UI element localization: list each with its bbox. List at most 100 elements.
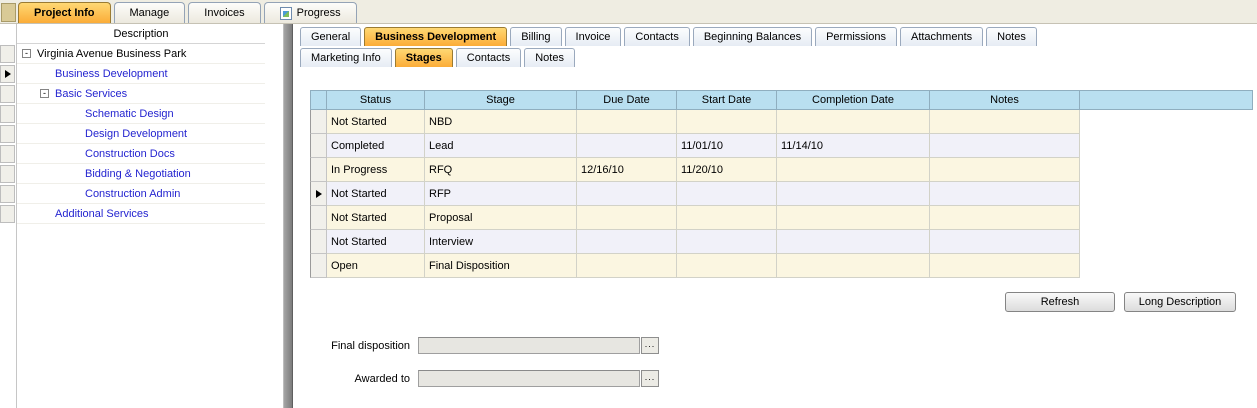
tab-project-info[interactable]: Project Info — [18, 2, 111, 23]
cell-due-date[interactable] — [577, 134, 677, 158]
cell-completion-date[interactable] — [777, 206, 930, 230]
tree-current-row-box[interactable] — [0, 65, 15, 83]
cell-start-date[interactable] — [677, 206, 777, 230]
cell-notes[interactable] — [930, 254, 1080, 278]
awarded-to-browse-button[interactable]: ... — [641, 370, 659, 387]
tab-business-development[interactable]: Business Development — [364, 27, 507, 46]
column-header-status[interactable]: Status — [327, 90, 425, 110]
long-description-button[interactable]: Long Description — [1124, 292, 1236, 312]
cell-start-date[interactable]: 11/20/10 — [677, 158, 777, 182]
row-selector[interactable] — [310, 158, 327, 182]
tab-invoices[interactable]: Invoices — [188, 2, 260, 23]
tree-item-basic-services[interactable]: -Basic Services — [17, 84, 265, 104]
tab-stages[interactable]: Stages — [395, 48, 453, 67]
cell-due-date[interactable] — [577, 182, 677, 206]
column-header-completion-date[interactable]: Completion Date — [777, 90, 930, 110]
tab-manage[interactable]: Manage — [114, 2, 186, 23]
tree-item-virginia-avenue-business-park[interactable]: -Virginia Avenue Business Park — [17, 44, 265, 64]
tree-row-header[interactable] — [0, 105, 15, 123]
tree-item-construction-admin[interactable]: Construction Admin — [17, 184, 265, 204]
tree-item-bidding-negotiation[interactable]: Bidding & Negotiation — [17, 164, 265, 184]
tree-row-header[interactable] — [0, 145, 15, 163]
cell-notes[interactable] — [930, 158, 1080, 182]
column-header-stage[interactable]: Stage — [425, 90, 577, 110]
collapse-box-icon[interactable]: - — [22, 49, 31, 58]
row-selector[interactable] — [310, 182, 327, 206]
cell-stage[interactable]: Interview — [425, 230, 577, 254]
cell-start-date[interactable] — [677, 110, 777, 134]
cell-notes[interactable] — [930, 230, 1080, 254]
row-selector[interactable] — [310, 134, 327, 158]
tree-item-additional-services[interactable]: Additional Services — [17, 204, 265, 224]
row-selector[interactable] — [310, 110, 327, 134]
cell-start-date[interactable] — [677, 182, 777, 206]
collapse-box-icon[interactable]: - — [40, 89, 49, 98]
tab-notes[interactable]: Notes — [986, 27, 1037, 46]
cell-stage[interactable]: RFQ — [425, 158, 577, 182]
tree-item-construction-docs[interactable]: Construction Docs — [17, 144, 265, 164]
tree-row-header[interactable] — [0, 165, 15, 183]
panel-splitter[interactable] — [283, 24, 293, 408]
cell-notes[interactable] — [930, 206, 1080, 230]
tab-attachments[interactable]: Attachments — [900, 27, 983, 46]
cell-stage[interactable]: Final Disposition — [425, 254, 577, 278]
cell-due-date[interactable] — [577, 230, 677, 254]
tab-invoice[interactable]: Invoice — [565, 27, 622, 46]
final-disposition-browse-button[interactable]: ... — [641, 337, 659, 354]
tab-marketing-info[interactable]: Marketing Info — [300, 48, 392, 67]
cell-notes[interactable] — [930, 182, 1080, 206]
cell-due-date[interactable] — [577, 110, 677, 134]
cell-completion-date[interactable] — [777, 110, 930, 134]
cell-due-date[interactable] — [577, 254, 677, 278]
tab-general[interactable]: General — [300, 27, 361, 46]
awarded-to-field[interactable] — [418, 370, 640, 387]
cell-stage[interactable]: Proposal — [425, 206, 577, 230]
column-header-start-date[interactable]: Start Date — [677, 90, 777, 110]
tree-item-business-development[interactable]: Business Development — [17, 64, 265, 84]
tab-billing[interactable]: Billing — [510, 27, 561, 46]
tab-progress[interactable]: Progress — [264, 2, 357, 23]
cell-stage[interactable]: Lead — [425, 134, 577, 158]
cell-notes[interactable] — [930, 110, 1080, 134]
cell-completion-date[interactable] — [777, 230, 930, 254]
cell-start-date[interactable] — [677, 254, 777, 278]
tab-permissions[interactable]: Permissions — [815, 27, 897, 46]
row-selector[interactable] — [310, 254, 327, 278]
cell-due-date[interactable] — [577, 206, 677, 230]
tree-item-schematic-design[interactable]: Schematic Design — [17, 104, 265, 124]
tab-notes[interactable]: Notes — [524, 48, 575, 67]
tab-contacts[interactable]: Contacts — [624, 27, 689, 46]
tab-contacts[interactable]: Contacts — [456, 48, 521, 67]
row-selector[interactable] — [310, 230, 327, 254]
final-disposition-field[interactable] — [418, 337, 640, 354]
cell-notes[interactable] — [930, 134, 1080, 158]
cell-status[interactable]: Open — [327, 254, 425, 278]
column-header-due-date[interactable]: Due Date — [577, 90, 677, 110]
tree-item-label: Schematic Design — [85, 108, 174, 120]
cell-completion-date[interactable] — [777, 254, 930, 278]
refresh-button[interactable]: Refresh — [1005, 292, 1115, 312]
cell-start-date[interactable]: 11/01/10 — [677, 134, 777, 158]
cell-due-date[interactable]: 12/16/10 — [577, 158, 677, 182]
row-selector[interactable] — [310, 206, 327, 230]
cell-status[interactable]: Not Started — [327, 182, 425, 206]
tab-beginning-balances[interactable]: Beginning Balances — [693, 27, 812, 46]
tree-row-header[interactable] — [0, 185, 15, 203]
cell-stage[interactable]: RFP — [425, 182, 577, 206]
cell-stage[interactable]: NBD — [425, 110, 577, 134]
cell-start-date[interactable] — [677, 230, 777, 254]
tree-row-header[interactable] — [0, 45, 15, 63]
column-header-notes[interactable]: Notes — [930, 90, 1080, 110]
cell-status[interactable]: Not Started — [327, 110, 425, 134]
cell-status[interactable]: Completed — [327, 134, 425, 158]
cell-completion-date[interactable] — [777, 158, 930, 182]
cell-status[interactable]: Not Started — [327, 206, 425, 230]
tree-row-header[interactable] — [0, 205, 15, 223]
cell-completion-date[interactable]: 11/14/10 — [777, 134, 930, 158]
cell-status[interactable]: In Progress — [327, 158, 425, 182]
tree-row-header[interactable] — [0, 85, 15, 103]
cell-completion-date[interactable] — [777, 182, 930, 206]
tree-row-header[interactable] — [0, 125, 15, 143]
cell-status[interactable]: Not Started — [327, 230, 425, 254]
tree-item-design-development[interactable]: Design Development — [17, 124, 265, 144]
